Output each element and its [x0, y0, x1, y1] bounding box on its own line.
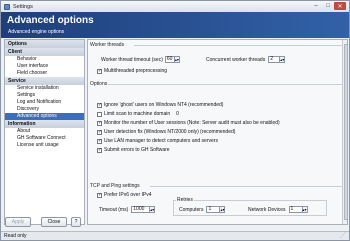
- window-title: Settings: [13, 3, 33, 10]
- ipv6-row: Prefer IPv6 over IPv4: [97, 192, 152, 198]
- divider: [108, 84, 342, 85]
- apply-button[interactable]: Apply: [5, 217, 31, 227]
- page-subtitle: Advanced engine options: [8, 29, 65, 35]
- option-label: Limit scan to machine domain: [104, 111, 171, 117]
- settings-window: Settings – □ ✕ Advanced options Advanced…: [0, 0, 350, 241]
- option-row: User detection fix (Windows NT/2000 only…: [97, 129, 235, 135]
- sidebar-item-discovery[interactable]: Discovery: [5, 106, 84, 113]
- status-text: Read only: [4, 233, 27, 239]
- status-bar: Read only: [1, 231, 349, 240]
- sidebar-item-gh-software-connect[interactable]: GH Software Connect: [5, 135, 84, 142]
- worker-timeout-label: Worker thread timeout (sec): [101, 56, 163, 63]
- resize-grip-icon[interactable]: ⋰: [340, 232, 348, 240]
- options-section: Options: [88, 81, 342, 88]
- limit-scan-checkbox[interactable]: [97, 111, 102, 117]
- sidebar-item-field-chooser[interactable]: Field chooser: [5, 70, 84, 77]
- computers-spinner[interactable]: ▴▾: [220, 206, 226, 213]
- worker-timeout-row: Worker thread timeout (sec) 60 ▴▾: [101, 56, 180, 63]
- page-title: Advanced options: [7, 15, 94, 26]
- app-icon: [4, 3, 10, 10]
- concurrent-threads-input[interactable]: 2: [268, 56, 281, 63]
- worker-timeout-input[interactable]: 60: [164, 56, 175, 63]
- concurrent-threads-row: Concurrent worker threads 2 ▴▾: [206, 56, 286, 63]
- sidebar-group-client[interactable]: Client: [5, 48, 84, 56]
- prefer-ipv6-label: Prefer IPv6 over IPv4: [104, 192, 152, 198]
- option-row: Limit scan to machine domain 0: [97, 111, 179, 117]
- network-devices-input[interactable]: 1: [288, 206, 303, 213]
- retries-label: Retries: [176, 197, 194, 203]
- submit-errors-checkbox[interactable]: [97, 147, 102, 153]
- prefer-ipv6-checkbox[interactable]: [97, 192, 102, 198]
- maximize-button[interactable]: □: [322, 2, 334, 10]
- option-row: Use LAN manager to detect computers and …: [97, 138, 218, 144]
- option-label: Submit errors to GH Software: [104, 147, 170, 153]
- computers-row: Computers 1 ▴▾: [179, 206, 226, 213]
- limit-scan-value: 0: [176, 111, 179, 117]
- sidebar: Options Client Behavior User interface F…: [4, 39, 85, 225]
- sidebar-group-service[interactable]: Service: [5, 77, 84, 85]
- sidebar-item-settings[interactable]: Settings: [5, 92, 84, 99]
- concurrent-threads-spinner[interactable]: ▴▾: [280, 56, 286, 63]
- computers-input[interactable]: 1: [206, 206, 221, 213]
- minimize-button[interactable]: –: [310, 2, 322, 10]
- option-row: Ignore 'ghost' users on Windows NT4 (rec…: [97, 102, 223, 108]
- settings-panel: Worker threads Worker thread timeout (se…: [87, 39, 348, 225]
- timeout-spinner[interactable]: ▴▾: [150, 206, 156, 213]
- ignore-ghost-users-checkbox[interactable]: [97, 102, 102, 108]
- user-detection-fix-checkbox[interactable]: [97, 129, 102, 135]
- header-banner: Advanced options Advanced engine options: [1, 12, 349, 38]
- option-label: Use LAN manager to detect computers and …: [104, 138, 218, 144]
- option-label: Ignore 'ghost' users on Windows NT4 (rec…: [104, 102, 224, 108]
- help-button[interactable]: ?: [71, 217, 81, 227]
- sidebar-item-advanced-options[interactable]: Advanced options: [5, 113, 84, 120]
- scrollbar-thumb[interactable]: [344, 44, 347, 220]
- sidebar-item-service-installation[interactable]: Service installation: [5, 85, 84, 92]
- close-button[interactable]: Close: [41, 217, 67, 227]
- multithread-label: Multithreaded preprocessing: [104, 68, 168, 74]
- sidebar-group-information[interactable]: Information: [5, 120, 84, 128]
- close-window-button[interactable]: ✕: [334, 2, 346, 10]
- tcp-section: TCP and Ping settings: [88, 183, 342, 190]
- computers-label: Computers: [179, 206, 204, 213]
- timeout-row: Timeout (ms) 1000 ▴▾: [99, 206, 156, 213]
- use-lan-manager-checkbox[interactable]: [97, 138, 102, 144]
- option-label: Monitor the number of User sessions (Not…: [104, 120, 280, 126]
- option-row: Monitor the number of User sessions (Not…: [97, 120, 280, 126]
- monitor-user-sessions-checkbox[interactable]: [97, 120, 102, 126]
- sidebar-group-options[interactable]: Options: [5, 40, 84, 48]
- worker-threads-section: Worker threads: [88, 42, 342, 49]
- multithread-checkbox[interactable]: [97, 68, 102, 74]
- sidebar-item-license-unit-usage[interactable]: License unit usage: [5, 142, 84, 149]
- network-devices-spinner[interactable]: ▴▾: [302, 206, 308, 213]
- network-devices-label: Network Devices: [248, 206, 286, 213]
- multithread-row: Multithreaded preprocessing: [97, 68, 167, 74]
- timeout-input[interactable]: 1000: [131, 206, 151, 213]
- timeout-label: Timeout (ms): [99, 206, 129, 213]
- sidebar-item-log-notification[interactable]: Log and Notification: [5, 99, 84, 106]
- sidebar-item-user-interface[interactable]: User interface: [5, 63, 84, 70]
- divider: [150, 186, 342, 187]
- network-devices-row: Network Devices 1 ▴▾: [248, 206, 308, 213]
- sidebar-item-behavior[interactable]: Behavior: [5, 56, 84, 63]
- sidebar-item-about[interactable]: About: [5, 128, 84, 135]
- divider: [134, 45, 342, 46]
- worker-timeout-spinner[interactable]: ▴▾: [174, 56, 180, 63]
- concurrent-threads-label: Concurrent worker threads: [206, 56, 266, 63]
- option-label: User detection fix (Windows NT/2000 only…: [104, 129, 236, 135]
- title-bar: Settings – □ ✕: [1, 1, 349, 12]
- vertical-scrollbar[interactable]: [342, 40, 347, 224]
- option-row: Submit errors to GH Software: [97, 147, 170, 153]
